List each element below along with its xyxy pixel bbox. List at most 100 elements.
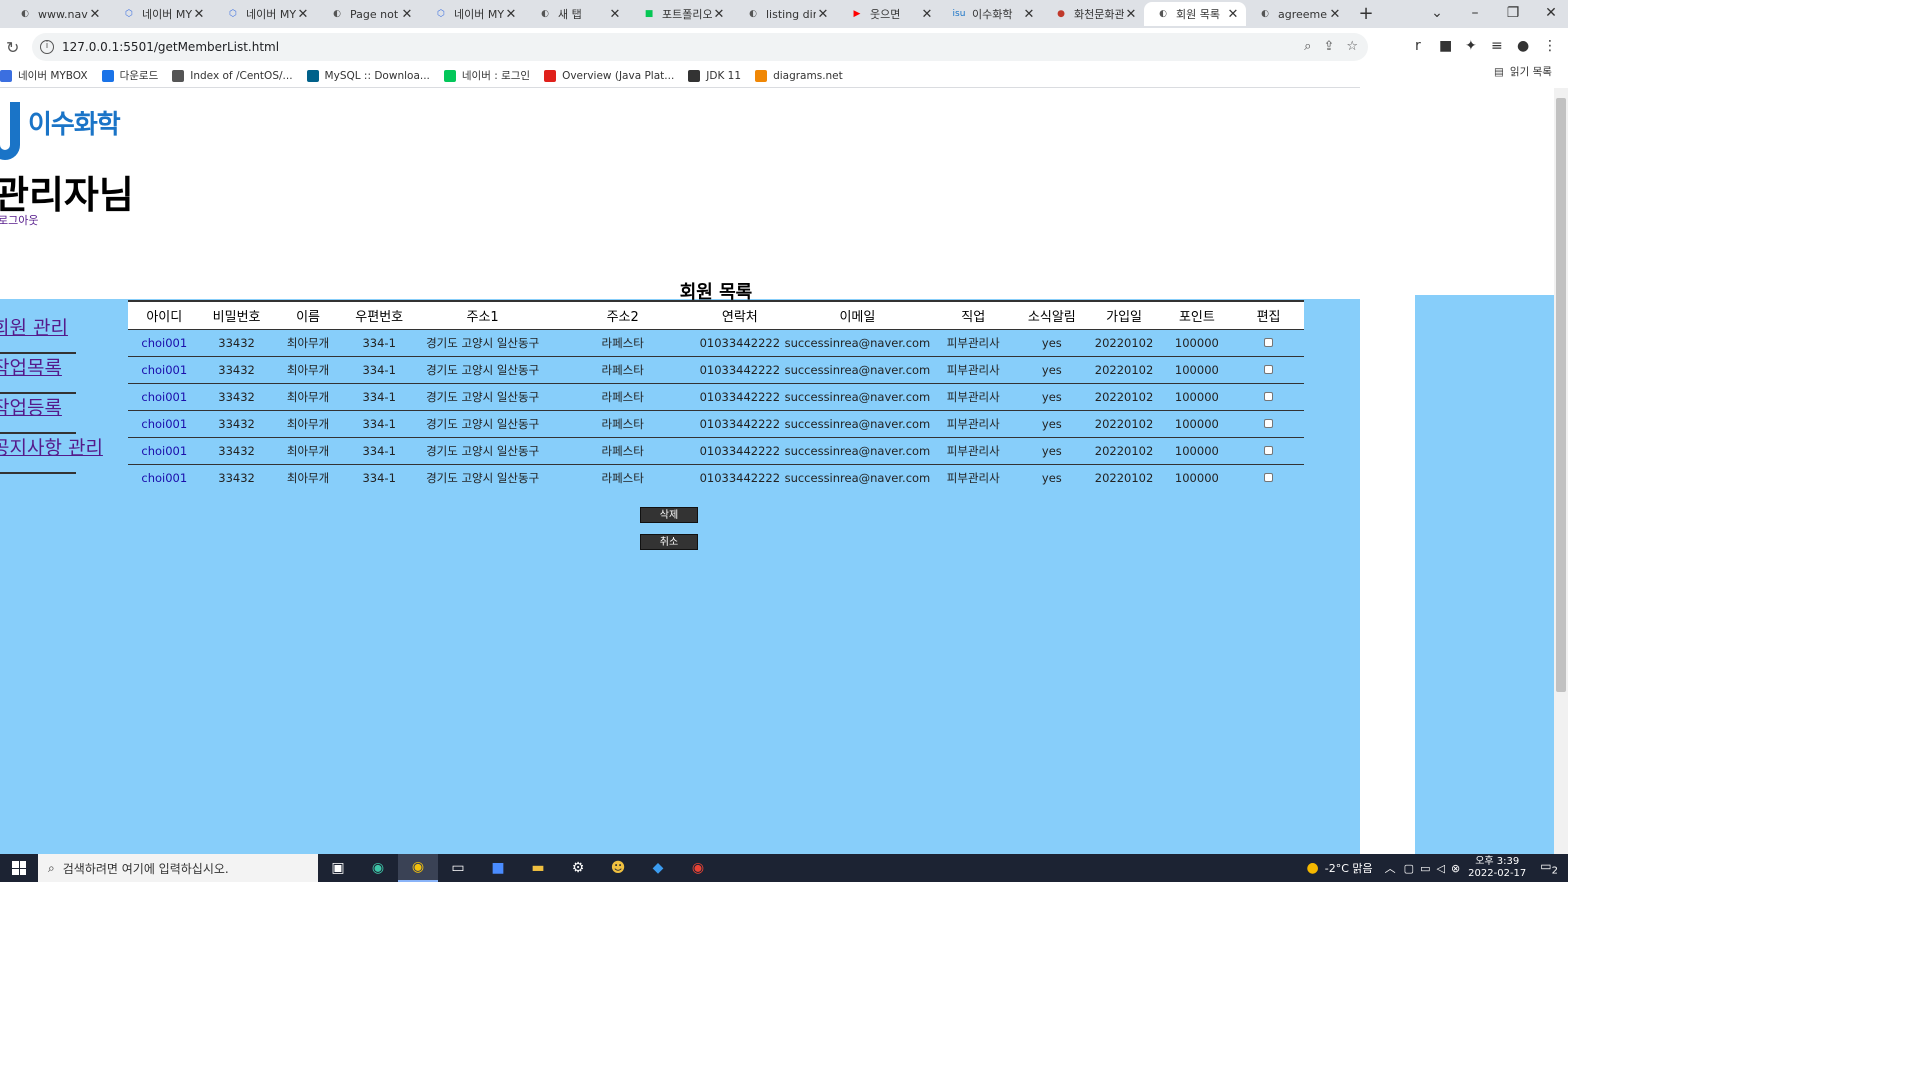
close-tab-icon[interactable]: ✕	[88, 7, 102, 22]
close-tab-icon[interactable]: ✕	[1328, 7, 1342, 22]
zoom-app-icon[interactable]: ■	[478, 854, 518, 882]
browser-tab[interactable]: ◐ Page not fo✕	[318, 2, 420, 26]
browser-tab[interactable]: ◐ listing direc✕	[734, 2, 836, 26]
app-icon[interactable]: ☻	[598, 854, 638, 882]
edit-checkbox[interactable]	[1264, 418, 1274, 428]
edit-checkbox[interactable]	[1264, 445, 1274, 455]
delete-button[interactable]: 삭제	[640, 507, 698, 523]
address-bar[interactable]: i 127.0.0.1:5501/getMemberList.html ⌕ ⇪ …	[32, 33, 1368, 61]
member-id-link[interactable]: choi001	[141, 390, 187, 404]
browser-tab[interactable]: ⬡ 네이버 MYBOX✕	[110, 2, 212, 26]
edge-icon[interactable]: ◉	[358, 854, 398, 882]
bookmark-item[interactable]: 네이버 MYBOX	[0, 68, 88, 83]
close-tab-icon[interactable]: ✕	[920, 7, 934, 22]
close-tab-icon[interactable]: ✕	[296, 7, 310, 22]
start-button[interactable]	[0, 854, 38, 882]
bookmark-item[interactable]: Overview (Java Plat...	[544, 69, 674, 82]
file-explorer-icon[interactable]: ▬	[518, 854, 558, 882]
bookmark-item[interactable]: 네이버 : 로그인	[443, 68, 530, 83]
member-id-link[interactable]: choi001	[141, 336, 187, 350]
edit-checkbox[interactable]	[1264, 472, 1274, 482]
close-window-button[interactable]: ✕	[1532, 0, 1570, 28]
close-tab-icon[interactable]: ✕	[192, 7, 206, 22]
extension-icon[interactable]: r	[1415, 38, 1421, 54]
side-nav-link[interactable]: 공지사항 관리	[0, 434, 103, 474]
menu-icon[interactable]: ⋮	[1543, 38, 1557, 54]
table-cell: 최아무개	[272, 356, 344, 384]
side-nav-link[interactable]: 작업목록	[0, 354, 76, 394]
bookmark-item[interactable]: MySQL :: Downloa...	[306, 69, 430, 82]
browser-tab[interactable]: ● 화천문화관 ✕	[1042, 2, 1144, 26]
side-nav-link[interactable]: 작업등록	[0, 394, 76, 434]
profile-icon[interactable]: ●	[1517, 38, 1529, 54]
edit-cell	[1233, 383, 1304, 411]
zoom-icon[interactable]: ⌕	[1304, 39, 1311, 54]
bookmark-item[interactable]: Index of /CentOS/...	[172, 69, 293, 82]
url-text[interactable]: 127.0.0.1:5501/getMemberList.html	[62, 40, 279, 54]
member-id-link[interactable]: choi001	[141, 471, 187, 485]
table-cell: 최아무개	[272, 437, 344, 465]
browser-tab[interactable]: ◐ agreement✕	[1246, 2, 1348, 26]
scroll-thumb[interactable]	[1556, 98, 1566, 692]
reload-icon[interactable]: ↻	[6, 38, 19, 57]
side-nav-link[interactable]: 회원 관리	[0, 314, 76, 354]
bookmark-item[interactable]: JDK 11	[688, 69, 741, 82]
member-id-link[interactable]: choi001	[141, 363, 187, 377]
volume-icon[interactable]: ◁	[1436, 862, 1444, 875]
close-tab-icon[interactable]: ✕	[504, 7, 518, 22]
company-logo[interactable]: 이수화학	[0, 102, 121, 160]
tab-search-button[interactable]: ⌄	[1418, 0, 1456, 28]
mute-icon[interactable]: ⊗	[1451, 862, 1460, 875]
weather-text[interactable]: -2°C 맑음	[1325, 860, 1373, 876]
info-icon[interactable]: i	[40, 40, 54, 54]
browser-tab[interactable]: ⬡ 네이버 MYBOX✕	[214, 2, 316, 26]
new-tab-button[interactable]: +	[1356, 4, 1376, 24]
close-tab-icon[interactable]: ✕	[1124, 7, 1138, 22]
naver-icon	[443, 69, 456, 82]
clock[interactable]: 오후 3:39 2022-02-17	[1468, 856, 1526, 880]
chrome-icon[interactable]: ◉	[398, 854, 438, 882]
media-icon[interactable]: ≡	[1491, 38, 1503, 54]
display-icon[interactable]: ▢	[1404, 862, 1414, 875]
close-tab-icon[interactable]: ✕	[400, 7, 414, 22]
terminal-icon[interactable]: ▭	[438, 854, 478, 882]
notification-count: 2	[1551, 865, 1558, 877]
member-id-link[interactable]: choi001	[141, 417, 187, 431]
extension-black-icon[interactable]: ■	[1439, 38, 1452, 54]
member-id-link[interactable]: choi001	[141, 444, 187, 458]
edit-checkbox[interactable]	[1264, 391, 1274, 401]
browser-tab[interactable]: ▶ 웃으면 ✕	[838, 2, 940, 26]
close-tab-icon[interactable]: ✕	[712, 7, 726, 22]
puzzle-icon[interactable]: ✦	[1465, 38, 1477, 54]
scrollbar[interactable]	[1554, 88, 1568, 854]
notification-icon[interactable]: ▭2	[1540, 859, 1558, 876]
vscode-icon[interactable]: ◆	[638, 854, 678, 882]
close-tab-icon[interactable]: ✕	[608, 7, 622, 22]
settings-icon[interactable]: ⚙	[558, 854, 598, 882]
browser-tab[interactable]: ◐ www.naver.✕	[6, 2, 108, 26]
close-tab-icon[interactable]: ✕	[816, 7, 830, 22]
cancel-button[interactable]: 취소	[640, 534, 698, 550]
bookmark-item[interactable]: diagrams.net	[755, 69, 843, 82]
edit-checkbox[interactable]	[1264, 337, 1274, 347]
chrome-window-icon[interactable]: ◉	[678, 854, 718, 882]
browser-tab[interactable]: ⬡ 네이버 MYBOX✕	[422, 2, 524, 26]
browser-tab[interactable]: isu 이수화학 ✕	[940, 2, 1042, 26]
bookmark-item[interactable]: 다운로드	[101, 68, 158, 83]
task-view-icon[interactable]: ▣	[318, 854, 358, 882]
share-icon[interactable]: ⇪	[1323, 39, 1334, 54]
maximize-button[interactable]: ❐	[1494, 0, 1532, 28]
logout-link[interactable]: 로그아웃	[0, 212, 38, 228]
reading-list[interactable]: ▤ 읽기 목록	[1494, 64, 1552, 79]
browser-tab[interactable]: ◐ 회원 목록 ✕	[1144, 2, 1246, 26]
browser-tab[interactable]: ■ 포트폴리오 ✕	[630, 2, 732, 26]
edit-checkbox[interactable]	[1264, 364, 1274, 374]
taskbar-search[interactable]: ⌕ 검색하려면 여기에 입력하십시오.	[38, 854, 318, 882]
network-icon[interactable]: ▭	[1420, 862, 1430, 875]
minimize-button[interactable]: –	[1456, 0, 1494, 28]
close-tab-icon[interactable]: ✕	[1022, 7, 1036, 22]
close-tab-icon[interactable]: ✕	[1226, 7, 1240, 22]
browser-tab[interactable]: ◐ 새 탭 ✕	[526, 2, 628, 26]
chevron-up-icon[interactable]: ︿	[1385, 860, 1396, 876]
bookmark-star-icon[interactable]: ☆	[1346, 39, 1358, 54]
